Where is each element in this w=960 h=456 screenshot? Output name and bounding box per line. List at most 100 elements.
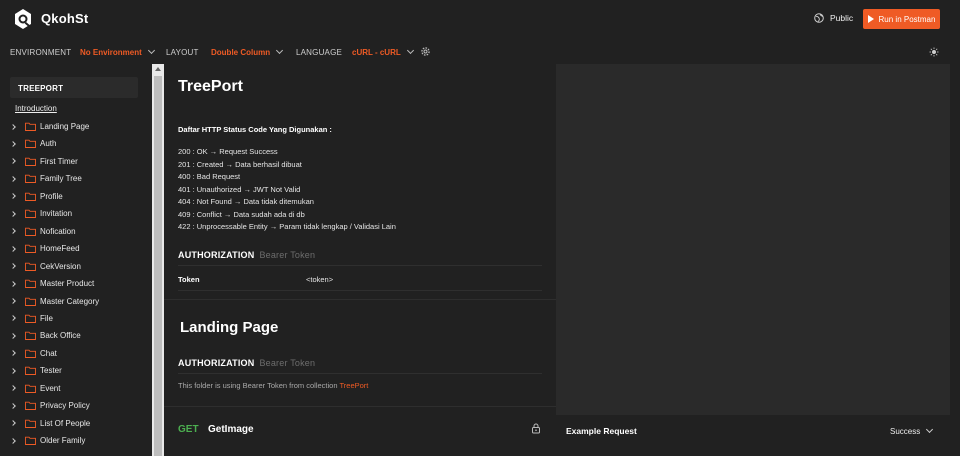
chevron-right-icon — [10, 367, 16, 374]
folder-icon — [25, 332, 36, 341]
sidebar-folder-label: Master Product — [40, 279, 95, 289]
chevron-right-icon — [10, 141, 16, 147]
sidebar-folder-item[interactable]: Master Category — [0, 293, 150, 310]
section-separator — [164, 406, 556, 407]
sidebar-folder-label: Family Tree — [40, 174, 82, 184]
chevron-right-icon — [10, 280, 16, 287]
folder-note-text: This folder is using Bearer Token from c… — [178, 381, 338, 390]
theme-toggle-sun-icon[interactable] — [929, 47, 939, 57]
folder-icon — [25, 419, 36, 428]
status-code-line: 400 : Bad Request — [178, 172, 241, 181]
sidebar-item-introduction[interactable]: Introduction — [15, 104, 57, 113]
run-button-label: Run in Postman — [878, 14, 936, 24]
divider — [178, 373, 542, 374]
chevron-down-icon — [926, 425, 934, 434]
toolbar: ENVIRONMENT No Environment LAYOUT Double… — [0, 40, 960, 64]
folder-auth-note: This folder is using Bearer Token from c… — [178, 381, 368, 390]
sidebar-folder-item[interactable]: First Timer — [0, 153, 150, 170]
status-code-line: 201 : Created → Data berhasil dibuat — [178, 159, 302, 169]
sidebar-folder-label: Chat — [40, 348, 57, 358]
sidebar-folder-item[interactable]: Event — [0, 380, 150, 397]
layout-dropdown[interactable]: Double Column — [211, 46, 284, 57]
example-request-title: Example Request — [566, 426, 637, 436]
sidebar-folder-label: Landing Page — [40, 122, 90, 131]
sidebar-folder-label: Tester — [40, 366, 62, 376]
right-scrollbar[interactable] — [950, 64, 960, 456]
folder-icon — [25, 175, 36, 184]
sidebar-folder-label: First Timer — [40, 156, 78, 166]
status-code-line: 404 : Not Found → Data tidak ditemukan — [178, 197, 314, 206]
chevron-down-icon — [406, 46, 414, 55]
sidebar-folder-item[interactable]: List Of People — [0, 415, 150, 432]
chevron-right-icon — [10, 315, 16, 322]
chevron-right-icon — [10, 245, 16, 252]
chevron-right-icon — [10, 263, 16, 269]
sidebar-folder-item[interactable]: Older Family — [0, 432, 150, 449]
sidebar-folder-label: List Of People — [40, 418, 91, 428]
divider — [178, 290, 542, 291]
sidebar-folder-item[interactable]: Invitation — [0, 205, 150, 222]
settings-gear-icon[interactable] — [420, 46, 431, 57]
sidebar-folder-item[interactable]: Auth — [0, 135, 150, 152]
sidebar-folder-item[interactable]: Tester — [0, 362, 150, 379]
chevron-right-icon — [10, 333, 16, 339]
folder-icon — [25, 157, 36, 166]
sidebar-folder-item[interactable]: HomeFeed — [0, 240, 150, 257]
authorization-label: AUTHORIZATION — [178, 250, 255, 260]
environment-value: No Environment — [80, 48, 142, 57]
folder-icon — [25, 314, 36, 323]
language-dropdown[interactable]: cURL - cURL — [352, 46, 414, 57]
logo-icon — [15, 9, 31, 29]
sidebar-folder-item[interactable]: Privacy Policy — [0, 397, 150, 414]
sidebar-folder-label: Back Office — [40, 331, 81, 341]
folder-icon — [25, 367, 36, 376]
sidebar-folder-item[interactable]: Nofication — [0, 223, 150, 240]
sidebar-scrollbar-thumb[interactable] — [154, 76, 162, 456]
layout-value: Double Column — [211, 48, 271, 57]
sidebar-folder-item[interactable]: Landing Page — [0, 118, 150, 135]
main-content — [164, 64, 556, 456]
divider — [178, 265, 542, 266]
chevron-right-icon — [10, 193, 16, 200]
language-label: LANGUAGE — [296, 48, 343, 57]
lock-icon — [532, 423, 540, 434]
sidebar-folder-item[interactable]: File — [0, 310, 150, 327]
sidebar-heading[interactable]: TREEPORT — [10, 77, 138, 98]
sidebar-folder-label: File — [40, 313, 53, 323]
status-code-line: 422 : Unprocessable Entity → Param tidak… — [178, 222, 396, 231]
sidebar-folder-item[interactable]: CekVersion — [0, 258, 150, 275]
page-title: TreePort — [178, 78, 243, 95]
sidebar-folder-label: Privacy Policy — [40, 401, 90, 411]
collection-authorization: AUTHORIZATION Bearer Token — [178, 250, 315, 260]
sidebar-folder-item[interactable]: Back Office — [0, 327, 150, 344]
visibility-indicator[interactable]: Public — [814, 13, 853, 23]
run-in-postman-button[interactable]: Run in Postman — [863, 9, 940, 29]
scroll-up-arrow-icon[interactable] — [155, 67, 161, 71]
folder-icon — [25, 401, 36, 411]
example-status-value: Success — [890, 427, 921, 436]
folder-icon — [25, 436, 36, 446]
sidebar-folder-label: Nofication — [40, 226, 76, 236]
folder-authorization: AUTHORIZATION Bearer Token — [178, 358, 315, 368]
folder-icon — [25, 140, 36, 149]
example-status-dropdown[interactable]: Success — [890, 425, 934, 436]
sidebar-folder-item[interactable]: Chat — [0, 345, 150, 362]
request-name[interactable]: GetImage — [208, 424, 254, 435]
sidebar-folder-item[interactable]: Profile — [0, 188, 150, 205]
collection-link[interactable]: TreePort — [339, 381, 368, 390]
folder-icon — [25, 227, 36, 236]
chevron-right-icon — [10, 385, 16, 392]
chevron-right-icon — [10, 176, 16, 182]
sidebar-folder-item[interactable]: Family Tree — [0, 170, 150, 187]
folder-authorization-type: Bearer Token — [259, 358, 316, 368]
sidebar: TREEPORT Introduction Landing Page Auth Fi… — [0, 64, 152, 456]
sidebar-folder-item[interactable]: Master Product — [0, 275, 150, 292]
top-bar: QkohSt Public Run in Postman — [0, 0, 960, 40]
app-title: QkohSt — [41, 11, 89, 26]
play-icon — [867, 15, 874, 23]
chevron-down-icon — [147, 46, 155, 55]
folder-icon — [25, 192, 36, 201]
authorization-type: Bearer Token — [259, 250, 316, 260]
chevron-right-icon — [10, 437, 16, 444]
environment-dropdown[interactable]: No Environment — [80, 46, 155, 57]
